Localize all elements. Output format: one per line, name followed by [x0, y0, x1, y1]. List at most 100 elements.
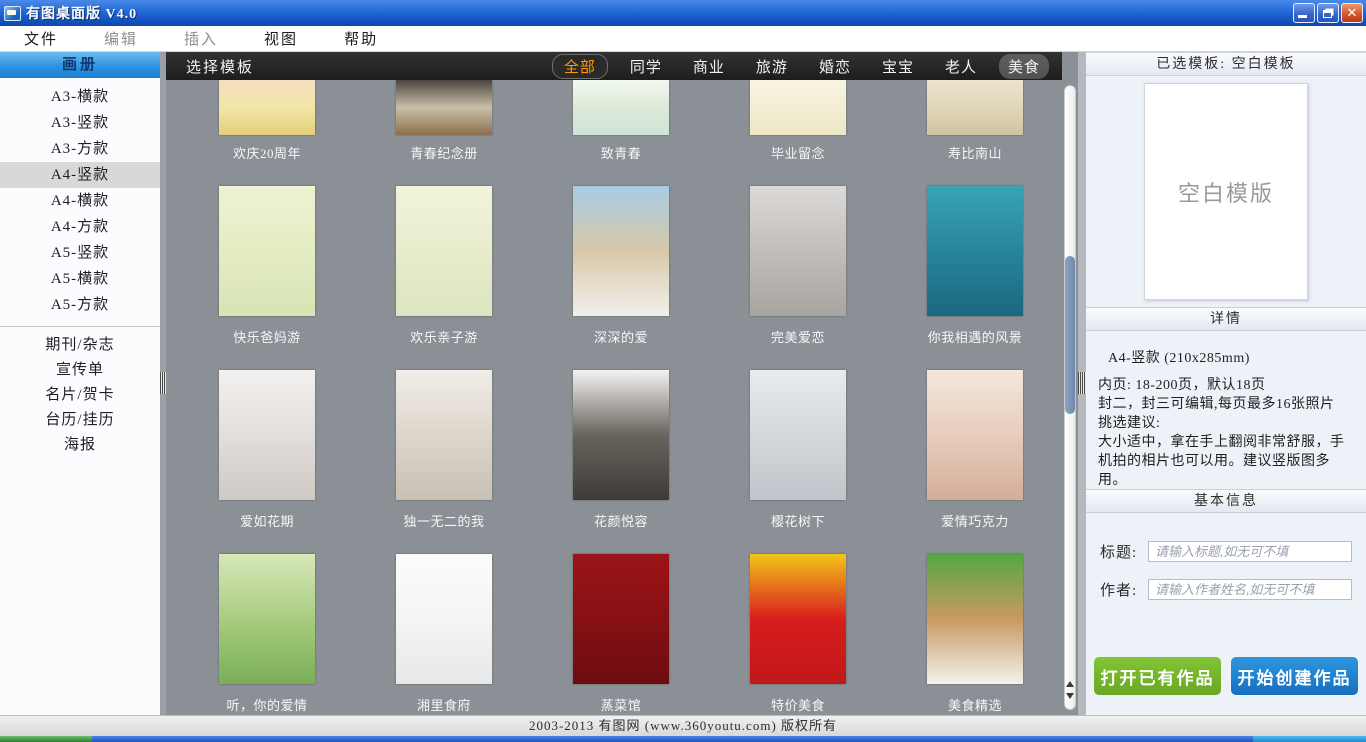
menu-item-编辑[interactable]: 编辑	[94, 26, 148, 51]
title-input[interactable]	[1148, 541, 1352, 562]
sidebar-item-A4-横款[interactable]: A4-横款	[0, 188, 160, 214]
close-button[interactable]: ✕	[1341, 3, 1363, 23]
sidebar-item-海报[interactable]: 海报	[0, 433, 160, 458]
template-card-致青春[interactable]: 致青春	[573, 80, 669, 162]
template-thumbnail[interactable]	[750, 554, 846, 684]
menu-item-文件[interactable]: 文件	[14, 26, 68, 51]
template-label: 快乐爸妈游	[219, 327, 315, 346]
template-card-寿比南山[interactable]: 寿比南山	[927, 80, 1023, 162]
title-bar[interactable]: 有图桌面版 V4.0 ✕	[0, 0, 1366, 26]
splitter-grip-icon[interactable]	[160, 372, 166, 394]
template-card-湘里食府[interactable]: 湘里食府	[396, 554, 492, 714]
template-thumbnail[interactable]	[573, 554, 669, 684]
template-thumbnail[interactable]	[927, 186, 1023, 316]
sidebar-list: A3-横款A3-竖款A3-方款A4-竖款A4-横款A4-方款A5-竖款A5-横款…	[0, 78, 160, 458]
panel-splitter[interactable]	[1078, 52, 1086, 715]
taskbar-tray-segment[interactable]	[1253, 736, 1366, 742]
tab-宝宝[interactable]: 宝宝	[873, 54, 923, 79]
template-card-毕业留念[interactable]: 毕业留念	[750, 80, 846, 162]
author-input[interactable]	[1148, 579, 1352, 600]
restore-button[interactable]	[1317, 3, 1339, 23]
template-thumbnail[interactable]	[573, 186, 669, 316]
template-thumbnail[interactable]	[927, 80, 1023, 135]
template-card-完美爱恋[interactable]: 完美爱恋	[750, 186, 846, 346]
tab-美食[interactable]: 美食	[999, 54, 1049, 79]
vertical-scrollbar[interactable]	[1062, 52, 1078, 715]
template-label: 青春纪念册	[396, 143, 492, 162]
sidebar-item-台历/挂历[interactable]: 台历/挂历	[0, 408, 160, 433]
splitter-grip-icon[interactable]	[1078, 372, 1086, 394]
taskbar-window-segment[interactable]	[92, 736, 1253, 742]
sidebar-item-A5-横款[interactable]: A5-横款	[0, 266, 160, 292]
template-thumbnail[interactable]	[750, 370, 846, 500]
template-card-爱如花期[interactable]: 爱如花期	[219, 370, 315, 530]
taskbar-start-segment[interactable]	[0, 736, 92, 742]
template-card-樱花树下[interactable]: 樱花树下	[750, 370, 846, 530]
template-card-听，你的爱情[interactable]: 听，你的爱情	[219, 554, 315, 714]
template-card-蒸菜馆[interactable]: 蒸菜馆	[573, 554, 669, 714]
sidebar-item-A3-竖款[interactable]: A3-竖款	[0, 110, 160, 136]
menu-item-视图[interactable]: 视图	[254, 26, 308, 51]
template-thumbnail[interactable]	[396, 80, 492, 135]
tab-老人[interactable]: 老人	[936, 54, 986, 79]
scroll-up-icon[interactable]	[1066, 681, 1074, 687]
template-label: 樱花树下	[750, 511, 846, 530]
template-thumbnail[interactable]	[750, 186, 846, 316]
sidebar-item-名片/贺卡[interactable]: 名片/贺卡	[0, 383, 160, 408]
action-buttons: 打开已有作品 开始创建作品	[1086, 657, 1366, 695]
template-card-欢庆20周年[interactable]: 欢庆20周年	[219, 80, 315, 162]
scrollbar-thumb[interactable]	[1065, 256, 1075, 414]
tab-全部[interactable]: 全部	[552, 54, 608, 79]
template-card-独一无二的我[interactable]: 独一无二的我	[396, 370, 492, 530]
create-work-button[interactable]: 开始创建作品	[1231, 657, 1358, 695]
app-window: 有图桌面版 V4.0 ✕ 文件编辑插入视图帮助 画册 A3-横款A3-竖款A3-…	[0, 0, 1366, 742]
template-card-深深的爱[interactable]: 深深的爱	[573, 186, 669, 346]
menu-item-帮助[interactable]: 帮助	[334, 26, 388, 51]
template-thumbnail[interactable]	[927, 370, 1023, 500]
template-card-花颜悦容[interactable]: 花颜悦容	[573, 370, 669, 530]
template-card-美食精选[interactable]: 美食精选	[927, 554, 1023, 714]
tab-同学[interactable]: 同学	[621, 54, 671, 79]
template-card-特价美食[interactable]: 特价美食	[750, 554, 846, 714]
scrollbar-track[interactable]	[1064, 85, 1076, 710]
sidebar-item-A5-方款[interactable]: A5-方款	[0, 292, 160, 318]
sidebar-item-A4-方款[interactable]: A4-方款	[0, 214, 160, 240]
minimize-button[interactable]	[1293, 3, 1315, 23]
template-thumbnail[interactable]	[927, 554, 1023, 684]
sidebar-item-A4-竖款[interactable]: A4-竖款	[0, 162, 160, 188]
tab-旅游[interactable]: 旅游	[747, 54, 797, 79]
sidebar-item-A3-横款[interactable]: A3-横款	[0, 84, 160, 110]
tab-商业[interactable]: 商业	[684, 54, 734, 79]
template-thumbnail[interactable]	[396, 186, 492, 316]
template-thumbnail[interactable]	[573, 80, 669, 135]
template-thumbnail[interactable]	[750, 80, 846, 135]
author-form-row: 作者:	[1100, 579, 1352, 600]
sidebar-splitter[interactable]	[160, 52, 166, 715]
template-card-爱情巧克力[interactable]: 爱情巧克力	[927, 370, 1023, 530]
template-thumbnail[interactable]	[396, 554, 492, 684]
template-card-青春纪念册[interactable]: 青春纪念册	[396, 80, 492, 162]
template-card-你我相遇的风景[interactable]: 你我相遇的风景	[927, 186, 1023, 346]
template-label: 特价美食	[750, 695, 846, 714]
template-thumbnail[interactable]	[219, 186, 315, 316]
template-thumbnail[interactable]	[219, 370, 315, 500]
template-label: 美食精选	[927, 695, 1023, 714]
browser-title: 选择模板	[186, 56, 254, 77]
template-thumbnail[interactable]	[219, 554, 315, 684]
menu-item-插入[interactable]: 插入	[174, 26, 228, 51]
sidebar-item-A3-方款[interactable]: A3-方款	[0, 136, 160, 162]
open-existing-work-button[interactable]: 打开已有作品	[1094, 657, 1221, 695]
template-label: 花颜悦容	[573, 511, 669, 530]
template-card-快乐爸妈游[interactable]: 快乐爸妈游	[219, 186, 315, 346]
template-card-欢乐亲子游[interactable]: 欢乐亲子游	[396, 186, 492, 346]
template-thumbnail[interactable]	[219, 80, 315, 135]
template-thumbnail[interactable]	[573, 370, 669, 500]
sidebar-item-A5-竖款[interactable]: A5-竖款	[0, 240, 160, 266]
template-thumbnail[interactable]	[396, 370, 492, 500]
tab-婚恋[interactable]: 婚恋	[810, 54, 860, 79]
template-preview-card: 空白模版	[1144, 83, 1308, 300]
sidebar-item-期刊/杂志[interactable]: 期刊/杂志	[0, 333, 160, 358]
sidebar-item-宣传单[interactable]: 宣传单	[0, 358, 160, 383]
template-label: 完美爱恋	[750, 327, 846, 346]
scroll-down-icon[interactable]	[1066, 693, 1074, 699]
